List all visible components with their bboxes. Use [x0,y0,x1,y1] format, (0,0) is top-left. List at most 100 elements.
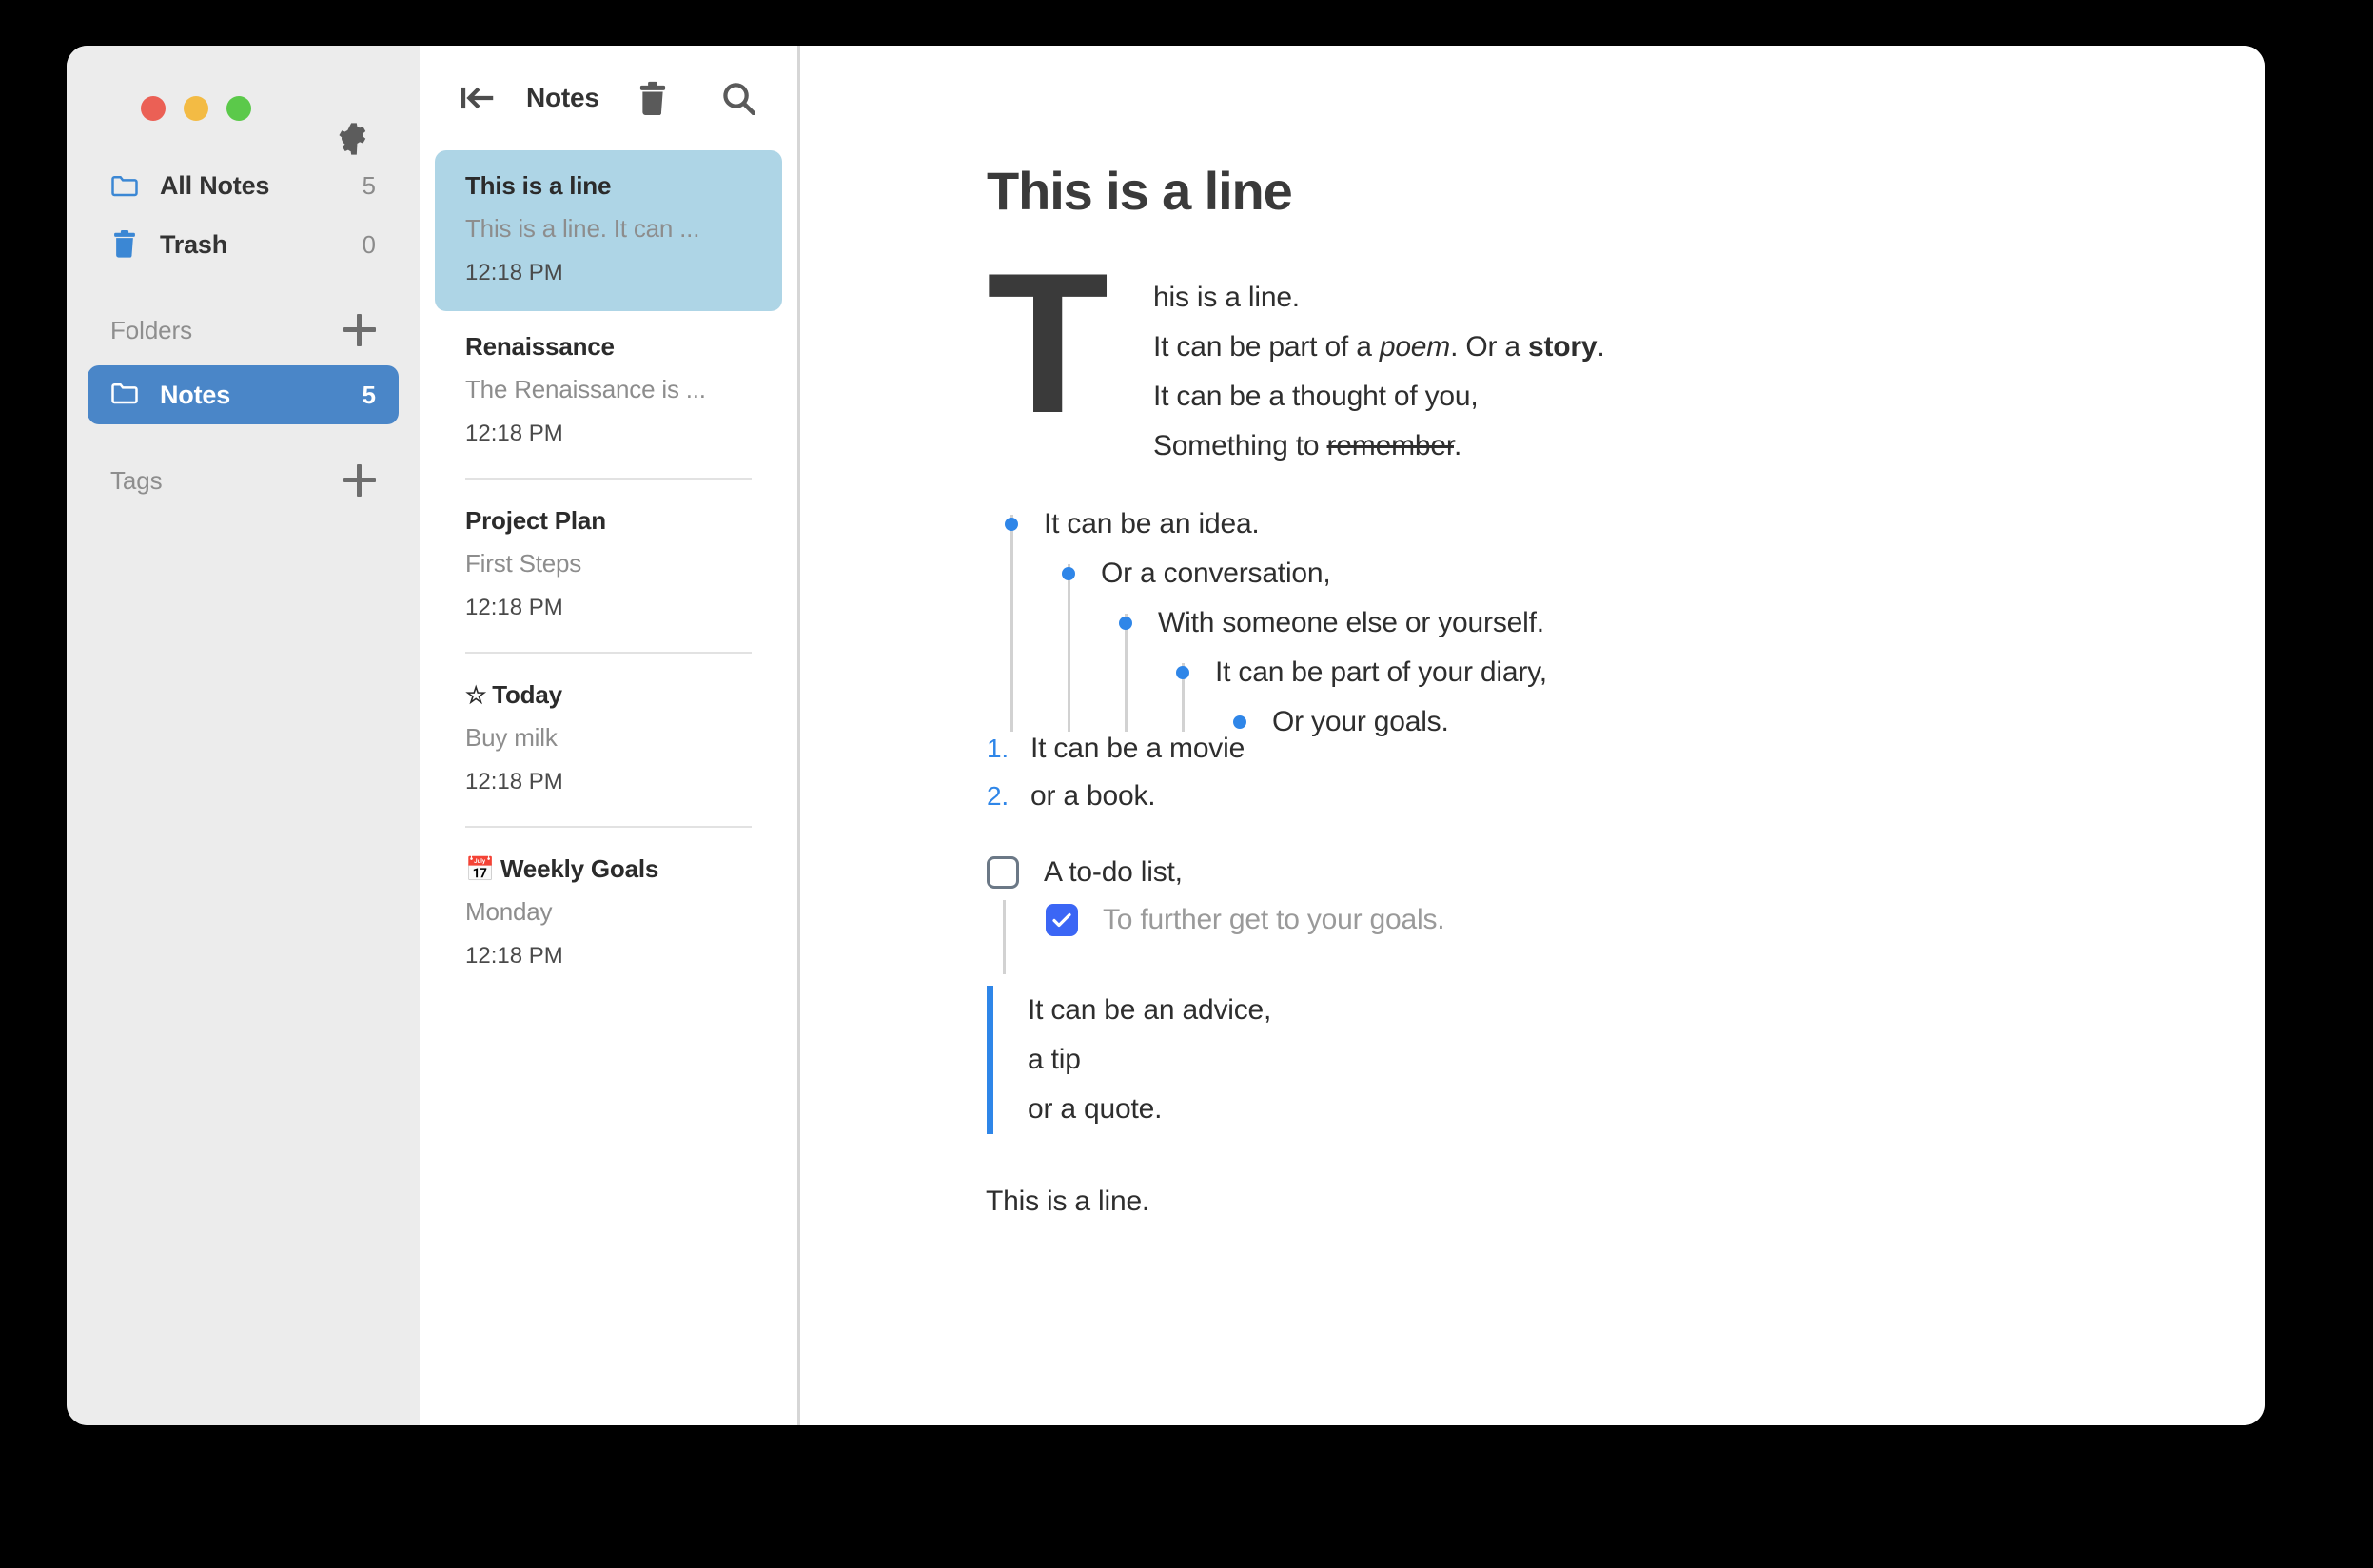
settings-button[interactable] [334,119,374,159]
strikethrough-text: remember [1326,430,1455,461]
sidebar-item-count: 5 [362,380,376,409]
page-title: This is a line [987,161,1293,221]
intro-paragraph: T his is a line. It can be part of a poe… [987,243,2265,471]
note-time: 12:18 PM [465,943,563,969]
sidebar-item-notes[interactable]: Notes 5 [88,365,399,424]
trash-icon [639,81,666,115]
note-title-text: Today [492,680,562,709]
note-time: 12:18 PM [465,421,563,446]
todo-text: To further get to your goals. [1103,904,1445,935]
list-item[interactable]: It can be an idea. [1005,508,1260,540]
blockquote: It can be an advice, a tip or a quote. [987,986,2265,1134]
list-number: 1. [987,734,1009,763]
note-title: This is a line [465,171,612,200]
todo-text: A to-do list, [1044,856,1183,888]
list-item[interactable]: 📅 Weekly Goals Monday 12:18 PM [435,833,782,994]
close-button[interactable] [141,95,166,121]
list-item[interactable]: Renaissance The Renaissance is ... 12:18… [435,311,782,472]
text-span: . [1453,430,1462,461]
note-preview: This is a line. It can ... [465,214,700,243]
maximize-button[interactable] [226,95,251,121]
list-divider [465,478,752,480]
sidebar: All Notes 5 Trash 0 Folders Notes 5 Tags [67,46,420,1425]
list-number: 2. [987,781,1009,811]
intro-line-2: It can be part of a poem. Or a story. [1153,323,2265,372]
note-title: Project Plan [465,506,606,535]
text-span: It can be part of a [1153,331,1380,363]
search-button[interactable] [712,71,765,125]
note-editor[interactable]: This is a line T his is a line. It can b… [800,46,2265,1425]
text-span: . [1597,331,1605,363]
todo-item[interactable]: A to-do list, [987,856,2265,889]
checkbox-unchecked-icon[interactable] [987,856,1019,889]
list-item[interactable]: Or a conversation, [1062,558,1331,590]
todo-item[interactable]: To further get to your goals. [1046,904,2265,936]
bold-text: story [1528,331,1598,363]
sidebar-item-label: Notes [160,380,231,409]
sidebar-item-label: All Notes [160,170,270,200]
section-title: Folders [110,315,192,344]
delete-note-button[interactable] [626,71,679,125]
note-preview: First Steps [465,549,582,578]
bullet-text: Or a conversation, [1101,558,1331,589]
list-item[interactable]: With someone else or yourself. [1119,607,1544,639]
note-title: Renaissance [465,332,615,361]
bullet-icon [1176,666,1189,679]
quote-line: It can be an advice, [1028,994,1272,1026]
sidebar-item-trash[interactable]: Trash 0 [88,215,399,274]
italic-text: poem [1379,331,1451,363]
indent-guide [1010,515,1013,732]
bullet-text: It can be part of your diary, [1215,657,1547,688]
folder-icon [110,171,139,200]
note-list-toolbar: Notes [420,46,797,150]
gear-icon [339,123,366,155]
text-span: Something to [1153,430,1327,461]
calendar-icon: 📅 [465,856,495,883]
list-text: It can be a movie [1030,733,1245,764]
list-item[interactable]: Project Plan First Steps 12:18 PM [435,485,782,646]
drop-cap: T [987,231,1109,455]
check-icon [1052,912,1071,928]
sidebar-item-count: 5 [362,170,376,200]
note-list-title: Notes [526,83,599,112]
list-item[interactable]: 2. or a book. [987,780,2265,813]
collapse-sidebar-button[interactable] [452,71,505,125]
search-icon [723,83,755,115]
list-text: or a book. [1030,780,1156,812]
list-item[interactable]: ☆ Today Buy milk 12:18 PM [435,659,782,820]
add-folder-button[interactable] [343,314,376,346]
sidebar-item-count: 0 [362,229,376,259]
note-time: 12:18 PM [465,595,563,620]
folders-section-header: Folders [88,301,399,360]
app-window: All Notes 5 Trash 0 Folders Notes 5 Tags… [67,46,2265,1425]
quote-line: or a quote. [1028,1093,1163,1125]
sidebar-item-all-notes[interactable]: All Notes 5 [88,156,399,215]
list-divider [465,652,752,654]
bullet-icon [1233,715,1246,729]
bullet-text: It can be an idea. [1044,508,1260,539]
note-title: 📅 Weekly Goals [465,854,752,884]
list-item[interactable]: 1. It can be a movie [987,733,2265,765]
checkbox-checked-icon[interactable] [1046,904,1078,936]
bullet-icon [1119,617,1132,630]
note-preview: Monday [465,897,553,926]
note-time: 12:18 PM [465,769,563,794]
note-time: 12:18 PM [465,260,563,285]
intro-line-4: Something to remember. [1153,421,2265,471]
tags-section-header: Tags [88,451,399,510]
note-title-text: Weekly Goals [500,854,659,883]
list-item[interactable]: This is a line This is a line. It can ..… [435,150,782,311]
add-tag-button[interactable] [343,464,376,497]
section-title: Tags [110,465,163,495]
bullet-icon [1062,567,1075,580]
window-controls [67,46,420,127]
intro-line-1: his is a line. [1153,282,1300,313]
minimize-button[interactable] [184,95,208,121]
quote-line: a tip [1028,1044,1081,1075]
bullet-icon [1005,518,1018,531]
indent-guide [1003,900,1006,974]
note-title: ☆ Today [465,680,752,710]
star-icon: ☆ [465,682,487,709]
list-item[interactable]: Or your goals. [1233,706,1449,738]
list-item[interactable]: It can be part of your diary, [1176,657,1547,689]
